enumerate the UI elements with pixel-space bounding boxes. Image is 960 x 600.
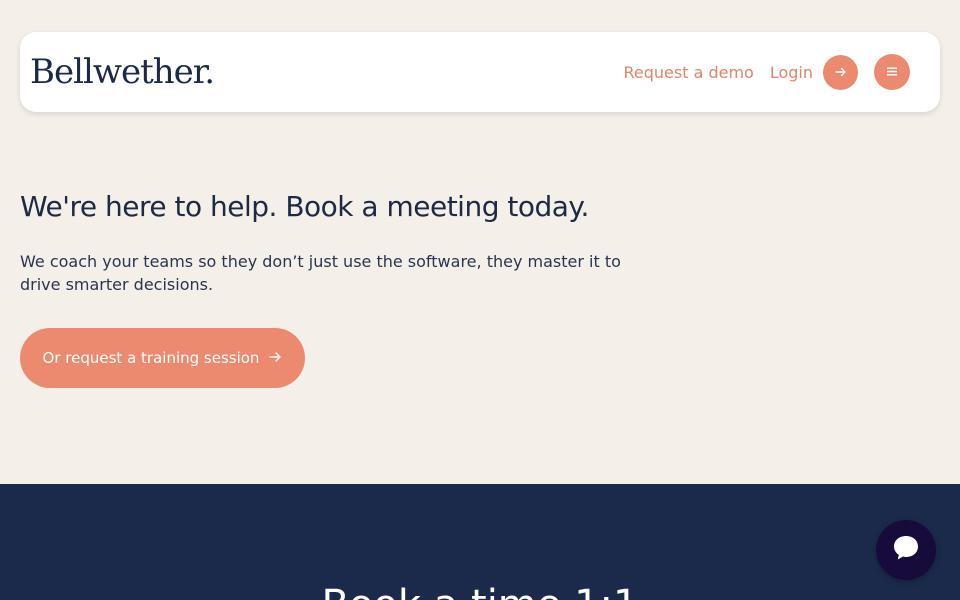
- booking-heading: Book a time 1:1: [0, 582, 960, 600]
- hamburger-menu-icon: [887, 64, 897, 80]
- page: Bellwether. Request a demo Login We're h…: [0, 0, 960, 600]
- arrow-right-icon: [269, 349, 282, 367]
- hero-title: We're here to help. Book a meeting today…: [20, 190, 589, 223]
- chat-bubble-icon: [891, 533, 921, 567]
- hero-subtitle: We coach your teams so they don’t just u…: [20, 252, 621, 294]
- logo[interactable]: Bellwether.: [30, 52, 215, 92]
- header-bar: Bellwether. Request a demo Login: [20, 32, 940, 112]
- request-demo-link[interactable]: Request a demo: [623, 63, 753, 82]
- arrow-right-icon: [823, 54, 858, 90]
- login-button[interactable]: Login: [769, 54, 858, 90]
- menu-button[interactable]: [874, 54, 910, 90]
- request-training-button[interactable]: Or request a training session: [20, 328, 305, 388]
- booking-section: Book a time 1:1: [0, 484, 960, 600]
- chat-widget-button[interactable]: [876, 520, 936, 580]
- header-nav: Request a demo Login: [623, 54, 910, 90]
- login-label: Login: [769, 62, 813, 82]
- cta-label: Or request a training session: [42, 349, 260, 367]
